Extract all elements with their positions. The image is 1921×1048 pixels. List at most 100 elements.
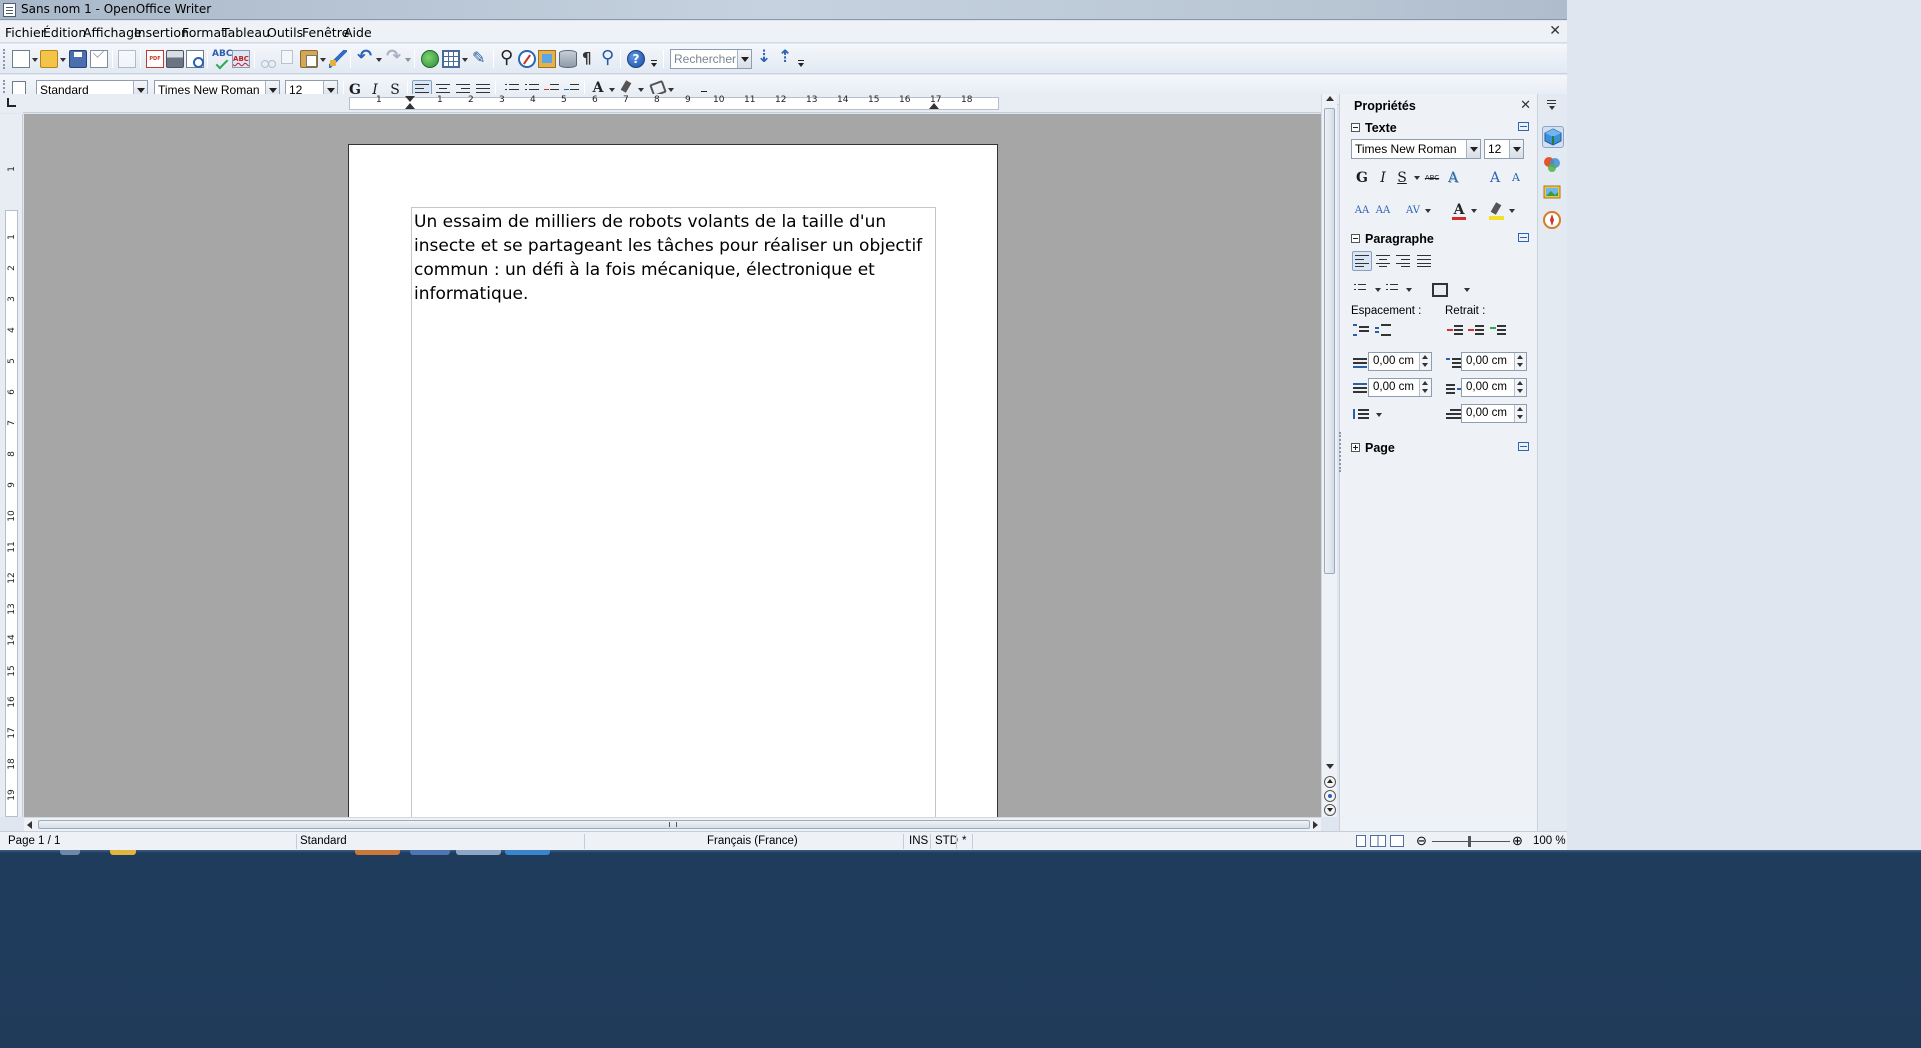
menu-fenetre[interactable]: Fenêtre xyxy=(302,25,349,40)
character-spacing-button[interactable]: AV xyxy=(1403,201,1423,221)
copy-icon[interactable] xyxy=(281,50,293,64)
taskbar-item[interactable] xyxy=(456,850,501,855)
before-text-indent-field[interactable]: 0,00 cm xyxy=(1461,352,1527,371)
gallery-icon[interactable] xyxy=(538,50,556,68)
taskbar-item[interactable] xyxy=(355,850,400,855)
menu-tableau[interactable]: Tableau xyxy=(222,25,270,40)
vertical-scrollbar[interactable] xyxy=(1321,94,1337,817)
undo-dropdown-arrow[interactable] xyxy=(376,58,382,62)
search-input[interactable]: Rechercher xyxy=(670,49,752,69)
menu-edition[interactable]: Édition xyxy=(43,25,86,40)
navigator-tab-icon[interactable] xyxy=(1542,210,1564,232)
scroll-down-arrow[interactable] xyxy=(1326,764,1334,769)
collapse-icon[interactable] xyxy=(1351,234,1360,243)
expand-icon[interactable] xyxy=(1351,443,1360,452)
page-more-options-icon[interactable] xyxy=(1518,442,1529,451)
spin-buttons[interactable] xyxy=(1419,353,1431,370)
sidebar-bullets-icon[interactable] xyxy=(1354,284,1370,298)
document-page[interactable]: Un essaim de milliers de robots volants … xyxy=(348,144,998,817)
properties-tab-icon[interactable] xyxy=(1542,126,1564,148)
new-document-icon[interactable] xyxy=(12,50,30,68)
spin-buttons[interactable] xyxy=(1514,379,1526,396)
language-status[interactable]: Français (France) xyxy=(707,835,798,847)
book-view-icon[interactable] xyxy=(1390,835,1404,847)
show-draw-functions-icon[interactable] xyxy=(471,48,489,68)
email-icon[interactable] xyxy=(90,50,108,68)
collapse-icon[interactable] xyxy=(1351,123,1360,132)
sidebar-font-color-dropdown-arrow[interactable] xyxy=(1471,209,1477,213)
horizontal-ruler[interactable]: 1 1 2 3 4 5 6 7 8 9 10 11 12 13 14 15 16… xyxy=(23,94,1321,113)
export-pdf-icon[interactable] xyxy=(146,50,164,68)
zoom-out-button[interactable]: ⊖ xyxy=(1416,833,1427,849)
sidebar-menu-icon[interactable] xyxy=(1547,100,1558,110)
scroll-up-arrow[interactable] xyxy=(1326,96,1334,101)
save-icon[interactable] xyxy=(69,50,87,68)
zoom-in-button[interactable]: ⊕ xyxy=(1512,833,1523,849)
first-line-indent-marker[interactable] xyxy=(405,96,415,102)
paragraph-background-dropdown-arrow[interactable] xyxy=(1464,288,1470,292)
sidebar-font-size-dropdown-button[interactable] xyxy=(1509,140,1523,158)
menu-insertion[interactable]: Insertion xyxy=(134,25,189,40)
zoom-icon[interactable] xyxy=(599,47,617,68)
styles-tab-icon[interactable] xyxy=(1542,154,1564,176)
insert-table-icon[interactable] xyxy=(442,50,460,68)
scroll-left-arrow[interactable] xyxy=(27,821,32,829)
document-modified-status[interactable]: * xyxy=(962,835,966,847)
sidebar-highlighting-icon[interactable] xyxy=(1488,202,1506,220)
clone-formatting-icon[interactable] xyxy=(329,50,347,68)
sidebar-resize-grip[interactable] xyxy=(1339,432,1342,472)
first-line-indent-field[interactable]: 0,00 cm xyxy=(1461,404,1527,423)
help-icon[interactable]: ? xyxy=(627,50,645,68)
increase-indent-sidebar-icon[interactable] xyxy=(1447,324,1463,338)
above-paragraph-spacing-field[interactable]: 0,00 cm xyxy=(1368,352,1432,371)
print-preview-icon[interactable] xyxy=(186,50,204,68)
taskbar-item[interactable] xyxy=(60,850,80,855)
formatting-marks-icon[interactable] xyxy=(579,49,597,68)
spin-buttons[interactable] xyxy=(1514,405,1526,422)
sidebar-justify-button[interactable] xyxy=(1414,251,1434,271)
subscript-button[interactable]: AA xyxy=(1373,201,1393,221)
styles-formatting-icon[interactable] xyxy=(12,81,26,95)
new-dropdown-arrow[interactable] xyxy=(32,58,38,62)
cut-icon[interactable] xyxy=(259,50,277,68)
sidebar-numbering-icon[interactable] xyxy=(1386,284,1402,298)
after-text-indent-field[interactable]: 0,00 cm xyxy=(1461,378,1527,397)
line-spacing-dropdown-arrow[interactable] xyxy=(1376,413,1382,417)
page-style-status[interactable]: Standard xyxy=(300,835,347,847)
sidebar-strikethrough-button[interactable]: ABC xyxy=(1422,168,1442,188)
taskbar-item[interactable] xyxy=(410,850,450,855)
spin-buttons[interactable] xyxy=(1514,353,1526,370)
left-indent-marker[interactable] xyxy=(405,103,415,109)
taskbar-item[interactable] xyxy=(505,850,550,855)
spellcheck-icon[interactable]: ABC xyxy=(212,49,232,67)
sidebar-font-name-dropdown-button[interactable] xyxy=(1466,140,1480,158)
hanging-indent-icon[interactable] xyxy=(1490,324,1506,338)
text-more-options-icon[interactable] xyxy=(1518,122,1529,131)
edit-file-icon[interactable] xyxy=(118,50,136,68)
find-previous-icon[interactable] xyxy=(775,47,793,68)
sidebar-font-size-select[interactable]: 12 xyxy=(1484,139,1524,159)
paragraph-background-icon[interactable] xyxy=(1432,283,1448,297)
selection-mode-status[interactable]: STD xyxy=(935,835,958,847)
data-sources-icon[interactable] xyxy=(559,50,577,68)
single-page-view-icon[interactable] xyxy=(1356,835,1366,847)
insert-mode-status[interactable]: INS xyxy=(909,835,928,847)
gallery-tab-icon[interactable] xyxy=(1542,182,1564,204)
paragraph-more-options-icon[interactable] xyxy=(1518,233,1529,242)
menu-fichier[interactable]: Fichier xyxy=(5,25,46,40)
sidebar-numbering-dropdown-arrow[interactable] xyxy=(1406,288,1412,292)
scroll-right-arrow[interactable] xyxy=(1313,821,1318,829)
navigation-button[interactable] xyxy=(1324,790,1336,802)
line-spacing-icon[interactable] xyxy=(1353,408,1369,422)
superscript-button[interactable]: AA xyxy=(1352,201,1372,221)
tab-stop-selector[interactable] xyxy=(0,94,23,113)
page-count-status[interactable]: Page 1 / 1 xyxy=(8,835,60,847)
redo-dropdown-arrow[interactable] xyxy=(405,58,411,62)
open-dropdown-arrow[interactable] xyxy=(60,58,66,62)
text-section-header[interactable]: Texte xyxy=(1351,121,1397,135)
background-color-dropdown-arrow[interactable] xyxy=(668,88,674,92)
decrease-spacing-icon[interactable] xyxy=(1375,324,1391,338)
paste-icon[interactable] xyxy=(300,50,318,68)
find-toolbar-overflow-button[interactable] xyxy=(797,49,805,69)
toolbar-overflow-button[interactable] xyxy=(650,49,658,69)
